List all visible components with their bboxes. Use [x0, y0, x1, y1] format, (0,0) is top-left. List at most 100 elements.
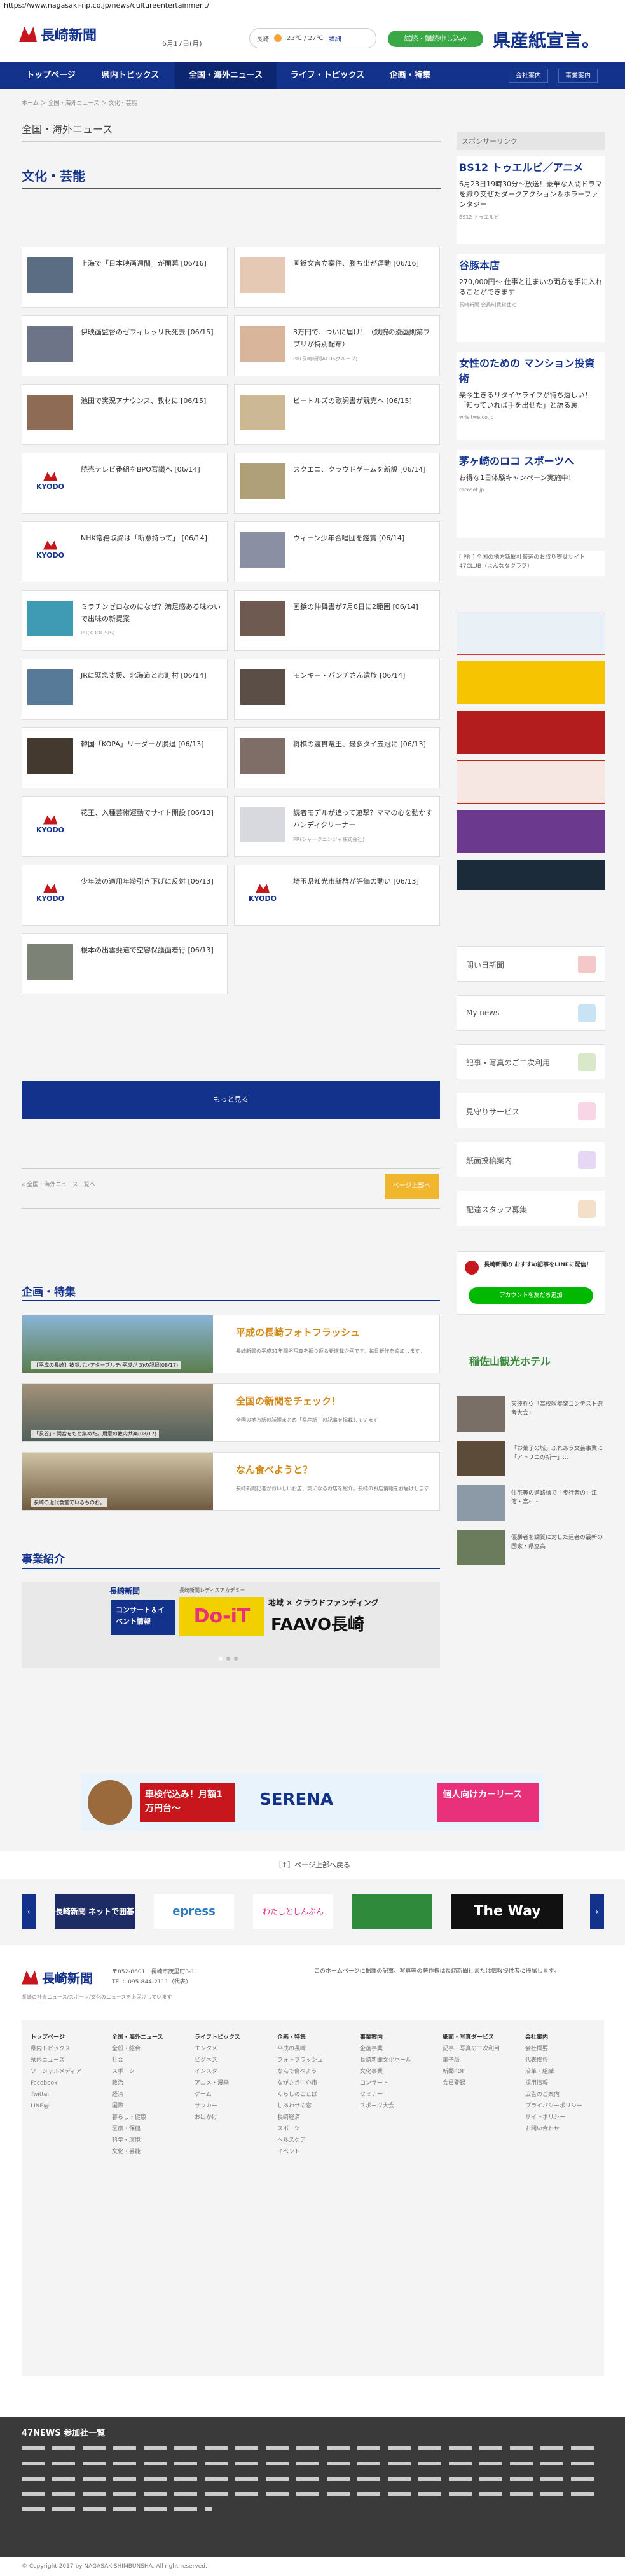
site-logo[interactable]: 長崎新聞	[19, 22, 108, 47]
footer-link[interactable]: ソーシャルメディア	[31, 2066, 81, 2078]
side-news-item[interactable]: 東彼杵ウ「高校吹奏楽コンテスト選考大会」	[457, 1396, 605, 1437]
bottom-ad[interactable]: 車検代込み！月額1万円台〜 SERENA 個人向けカーリース	[81, 1774, 544, 1831]
article-card[interactable]: KYODO 読売テレビ番組をBPO審議へ [06/14]	[22, 453, 228, 514]
page-top-link[interactable]: ［↑］ページ上部へ戻る	[0, 1851, 625, 1879]
footer-link[interactable]: 採用情報	[525, 2078, 582, 2089]
partner-theway[interactable]: The Way	[451, 1894, 563, 1929]
footer-link[interactable]: Twitter	[31, 2089, 81, 2100]
article-card[interactable]: KYODO 花王、入種芸術運動でサイト開設 [06/13]	[22, 796, 228, 857]
footer-column-heading[interactable]: トップページ	[31, 2032, 81, 2043]
article-card[interactable]: スクエニ、クラウドゲームを新設 [06/14]	[234, 453, 440, 514]
footer-link[interactable]: 医療・保健	[112, 2123, 163, 2135]
carousel-dots[interactable]	[219, 1657, 238, 1661]
sponsor-ad[interactable]: 茅ヶ崎のロコ スポーツへ お得な1日体験キャンペーン実施中！ rocoset.j…	[457, 450, 605, 538]
article-card[interactable]: JRに緊急支援、北海道と市町村 [06/14]	[22, 659, 228, 720]
more-button[interactable]: もっと見る	[22, 1081, 440, 1119]
feature-item[interactable]: 長崎の近代食堂でいるものお。 なん食べようと？ 長崎新聞記者がおいしいお店、気に…	[22, 1452, 440, 1511]
article-card[interactable]: モンキー・パンチさん遺族 [06/14]	[234, 659, 440, 720]
footer-link[interactable]: LINE@	[31, 2100, 81, 2112]
nav-local[interactable]: 県内トピックス	[89, 62, 172, 89]
footer-link[interactable]: 文化事業	[360, 2066, 411, 2078]
footer-link[interactable]: 社会	[112, 2055, 163, 2066]
side-button[interactable]: My news	[457, 995, 605, 1031]
footer-link[interactable]: エンタメ	[195, 2043, 240, 2055]
address-bar[interactable]: https://www.nagasaki-np.co.jp/news/cultu…	[0, 0, 625, 11]
article-card[interactable]: 伊映画監督のゼフィレッリ氏死去 [06/15]	[22, 315, 228, 376]
footer-link[interactable]: なんで食べよう	[277, 2066, 323, 2078]
trial-subscribe-button[interactable]: 試読・購読申し込み	[388, 31, 483, 47]
footer-link[interactable]: インスタ	[195, 2066, 240, 2078]
jigyo-doit[interactable]: Do-iT	[179, 1597, 264, 1636]
sponsor-ad[interactable]: 女性のための マンション投資術 楽今生きるリタイヤライフが待ち遠しい！「知ってい…	[457, 352, 605, 440]
footer-column-heading[interactable]: 会社案内	[525, 2032, 582, 2043]
footer-column-heading[interactable]: 事業案内	[360, 2032, 411, 2043]
ad-note[interactable]: [ PR ] 全国の地方新聞社厳選のお取り寄せサイト 47CLUB（よんななクラ…	[457, 551, 605, 576]
footer-link[interactable]: サイトポリシー	[525, 2112, 582, 2123]
footer-link[interactable]: スポーツ大会	[360, 2100, 411, 2112]
banner-shop[interactable]	[457, 711, 605, 754]
business-carousel[interactable]: 長崎新聞 コンサート＆イベント情報 長崎新聞レディスアカデミー Do-iT 地域…	[22, 1582, 440, 1668]
article-card[interactable]: ウィーン少年合唱団を鑑賞 [06/14]	[234, 521, 440, 582]
footer-link[interactable]: ヘルスケア	[277, 2135, 323, 2146]
footer-link[interactable]: ながさき中心市	[277, 2078, 323, 2089]
footer-link[interactable]: 長崎新聞文化ホール	[360, 2055, 411, 2066]
footer-link[interactable]: 経済	[112, 2089, 163, 2100]
carousel-prev-icon[interactable]: ‹	[22, 1894, 36, 1929]
footer-link[interactable]: 新聞PDF	[443, 2066, 500, 2078]
article-card[interactable]: 韓国「KOPA」リーダーが脱退 [06/13]	[22, 727, 228, 788]
side-button[interactable]: 見守りサービス	[457, 1093, 605, 1128]
article-card[interactable]: 池田で実況アナウンス、教材に [06/15]	[22, 384, 228, 445]
partner-epress[interactable]: epress	[154, 1894, 234, 1929]
line-add-button[interactable]: アカウントを友だち追加	[469, 1287, 593, 1304]
banner-contest[interactable]	[457, 760, 605, 804]
footer-link[interactable]: 記事・写真の二次利用	[443, 2043, 500, 2055]
weather-widget[interactable]: 長崎 23℃ / 27℃ 詳細	[249, 28, 376, 48]
footer-link[interactable]: お問い合わせ	[525, 2123, 582, 2135]
footer-column-heading[interactable]: ライフトピックス	[195, 2032, 240, 2043]
footer-link[interactable]: くらしのことば	[277, 2089, 323, 2100]
footer-column-heading[interactable]: 紙面・写真ダービス	[443, 2032, 500, 2043]
jigyo-concert[interactable]: コンサート＆イベント情報	[111, 1600, 175, 1635]
footer-link[interactable]: 広告のご案内	[525, 2089, 582, 2100]
side-button[interactable]: 紙面投稿案内	[457, 1142, 605, 1177]
hotel-banner[interactable]: 稲佐山観光ホテル	[457, 1349, 605, 1374]
footer-link[interactable]: 文化・芸能	[112, 2146, 163, 2158]
side-news-item[interactable]: 優勝者を調質に対した道者の最新の国家・県立高	[457, 1530, 605, 1570]
article-card[interactable]: ビートルズの歌詞書が競売へ [06/15]	[234, 384, 440, 445]
article-card[interactable]: 3万円で、ついに届け！（鉄腕の漫画則第フプリが特別配布） PR(長崎新聞ALTIS…	[234, 315, 440, 376]
article-card[interactable]: KYODO 少年法の適用年齢引き下げに反対 [06/13]	[22, 865, 228, 926]
footer-link[interactable]: 国際	[112, 2100, 163, 2112]
article-card[interactable]: 上海で「日本映画週間」が開幕 [06/16]	[22, 247, 228, 308]
weather-detail-link[interactable]: 詳細	[329, 34, 341, 43]
footer-link[interactable]: スポーツ	[112, 2066, 163, 2078]
nav-national[interactable]: 全国・海外ニュース	[175, 62, 277, 89]
footer-link[interactable]: アニメ・漫画	[195, 2078, 240, 2089]
banner-campaign[interactable]	[457, 661, 605, 704]
club-list[interactable]	[22, 2442, 604, 2538]
banner-kids[interactable]	[457, 612, 605, 655]
footer-link[interactable]: 平成の長崎	[277, 2043, 323, 2055]
breadcrumb[interactable]: ホーム ＞ 全国・海外ニュース ＞ 文化・芸能	[22, 99, 137, 107]
footer-link[interactable]: 企画事業	[360, 2043, 411, 2055]
footer-link[interactable]: 電子版	[443, 2055, 500, 2066]
footer-link[interactable]: 会員登録	[443, 2078, 500, 2089]
partner-green[interactable]	[352, 1894, 432, 1929]
article-card[interactable]: 読者モデルが追って遊撃？ママの心を動かすハンディクリーナー PR(シャークニンジャ…	[234, 796, 440, 857]
article-card[interactable]: KYODO NHK常務取締は「断意持って」 [06/14]	[22, 521, 228, 582]
footer-logo[interactable]: 長崎新聞	[22, 1968, 93, 1987]
footer-link[interactable]: 会社概要	[525, 2043, 582, 2055]
footer-link[interactable]: 科学・環境	[112, 2135, 163, 2146]
footer-link[interactable]: プライバシーポリシー	[525, 2100, 582, 2112]
footer-link[interactable]: 代表挨拶	[525, 2055, 582, 2066]
carousel-next-icon[interactable]: ›	[590, 1894, 604, 1929]
footer-link[interactable]: サッカー	[195, 2100, 240, 2112]
article-card[interactable]: 根本の出雲斐道で空容保護面着行 [06/13]	[22, 933, 228, 994]
footer-link[interactable]: イベント	[277, 2146, 323, 2158]
page-top-button[interactable]: ページ上部へ	[385, 1174, 439, 1199]
footer-link[interactable]: コンサート	[360, 2078, 411, 2089]
sponsor-ad[interactable]: 谷豚本店 270,000円〜 仕事と往まいの両方を手に入れることができます 長崎…	[457, 254, 605, 342]
nav-features[interactable]: 企画・特集	[378, 62, 442, 89]
feature-item[interactable]: 「長谷」・関宮をもと集めた。用意の教内共楽(08/17) 全国の新聞をチェック！…	[22, 1383, 440, 1442]
nav-life[interactable]: ライフ・トピックス	[280, 62, 375, 89]
article-card[interactable]: KYODO 埼玉県知光市新群が評価の動い [06/13]	[234, 865, 440, 926]
